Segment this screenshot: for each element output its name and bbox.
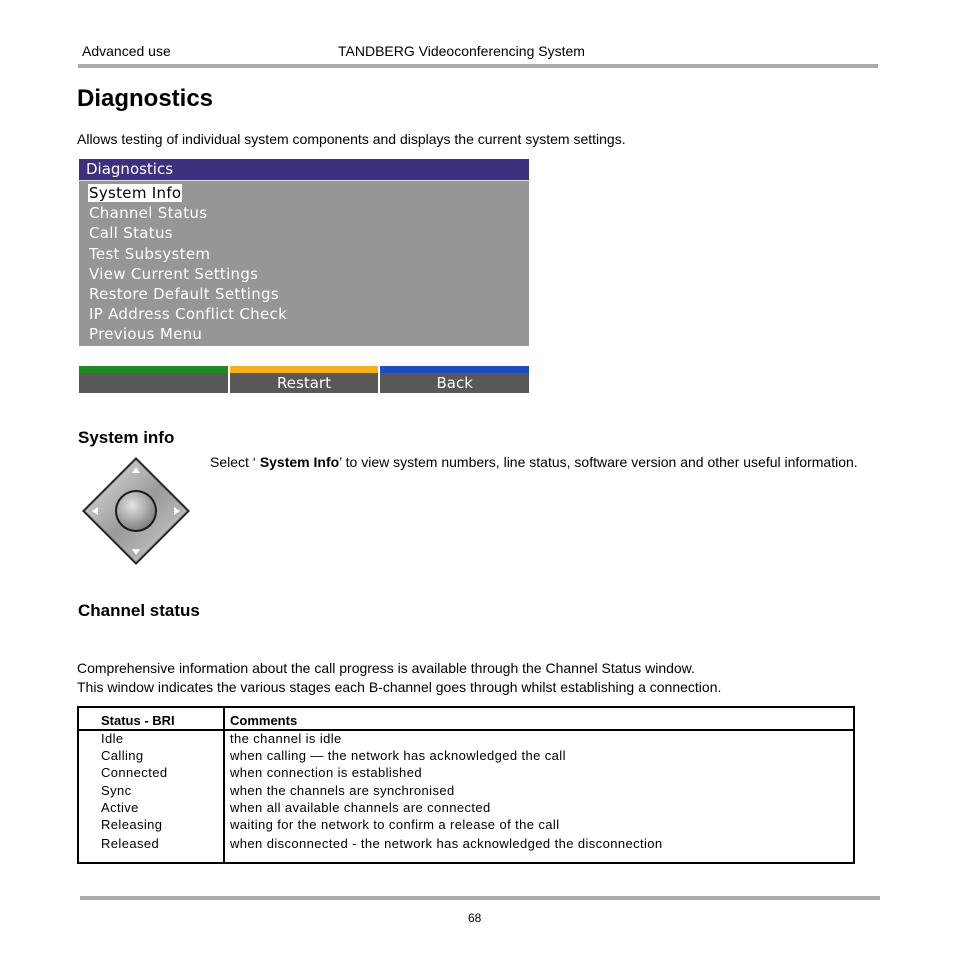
table-cell-status: Idle (101, 731, 124, 746)
osd-menu-item[interactable]: Channel Status (79, 203, 529, 223)
table-cell-status: Connected (101, 765, 168, 780)
diagnostics-osd-menu: Diagnostics System Info Channel Status Cal… (79, 159, 529, 346)
table-header-status: Status - BRI (101, 713, 175, 728)
osd-menu-item[interactable]: System Info (79, 183, 529, 203)
navigation-pad-icon (80, 455, 192, 567)
osd-menu-list: System Info Channel Status Call Status Test… (79, 181, 529, 345)
table-cell-comment: the channel is idle (230, 731, 342, 746)
system-info-bold: System Info (259, 454, 340, 470)
softkey-bar: Restart Back (79, 366, 530, 393)
table-cell-status: Sync (101, 783, 132, 798)
softkey-color-bar (380, 366, 530, 373)
footer-divider (80, 896, 880, 900)
table-cell-status: Calling (101, 748, 144, 763)
softkey-label: Restart (277, 374, 331, 392)
header-divider (78, 64, 878, 68)
osd-menu-item[interactable]: Test Subsystem (79, 244, 529, 264)
osd-menu-item[interactable]: Restore Default Settings (79, 284, 529, 304)
table-cell-comment: when calling — the network has acknowled… (230, 748, 566, 763)
osd-menu-item[interactable]: Call Status (79, 223, 529, 243)
page-title: Diagnostics (77, 85, 214, 112)
osd-menu-item-label: Test Subsystem (89, 244, 211, 263)
channel-status-paragraph-1: Comprehensive information about the call… (77, 660, 695, 676)
osd-menu-item-label: Channel Status (89, 204, 208, 223)
osd-menu-item-label: Call Status (89, 224, 173, 243)
osd-menu-item[interactable]: View Current Settings (79, 264, 529, 284)
softkey-label: Back (436, 374, 473, 392)
table-cell-status: Releasing (101, 817, 163, 832)
softkey-1[interactable] (79, 366, 228, 393)
table-cell-comment: when connection is established (230, 765, 422, 780)
table-header-comments: Comments (230, 713, 298, 728)
table-header-divider (79, 729, 853, 731)
osd-menu-item-label: Previous Menu (89, 325, 203, 344)
table-cell-comment: waiting for the network to confirm a rel… (230, 817, 560, 832)
table-cell-status: Active (101, 800, 139, 815)
table-cell-comment: when all available channels are connecte… (230, 800, 491, 815)
softkey-color-bar (79, 366, 228, 373)
channel-status-paragraph-2: This window indicates the various stages… (77, 679, 722, 695)
softkey-color-bar (229, 366, 379, 373)
header-product: TANDBERG Videoconferencing System (338, 43, 585, 59)
channel-status-heading: Channel status (78, 601, 200, 620)
system-info-description: Select ‘ System Info’ to view system num… (210, 454, 858, 470)
header-section: Advanced use (82, 43, 171, 59)
softkey-2[interactable]: Restart (229, 366, 379, 393)
intro-text: Allows testing of individual system comp… (77, 131, 626, 147)
osd-menu-item-label: View Current Settings (89, 264, 259, 283)
system-info-heading: System info (78, 428, 175, 447)
osd-menu-item-label: Restore Default Settings (89, 284, 279, 303)
table-cell-comment: when disconnected - the network has ackn… (230, 836, 663, 851)
status-table: Status - BRI Comments Idle the channel is… (77, 706, 855, 864)
osd-menu-item[interactable]: Previous Menu (79, 324, 529, 344)
osd-menu-item[interactable]: IP Address Conflict Check (79, 304, 529, 324)
table-column-divider (223, 708, 225, 862)
table-cell-comment: when the channels are synchronised (230, 783, 455, 798)
osd-menu-item-label: System Info (88, 184, 183, 202)
osd-menu-item-label: IP Address Conflict Check (89, 305, 288, 324)
table-cell-status: Released (101, 836, 160, 851)
softkey-3[interactable]: Back (380, 366, 530, 393)
page-number: 68 (468, 911, 482, 925)
osd-menu-title: Diagnostics (79, 159, 529, 181)
